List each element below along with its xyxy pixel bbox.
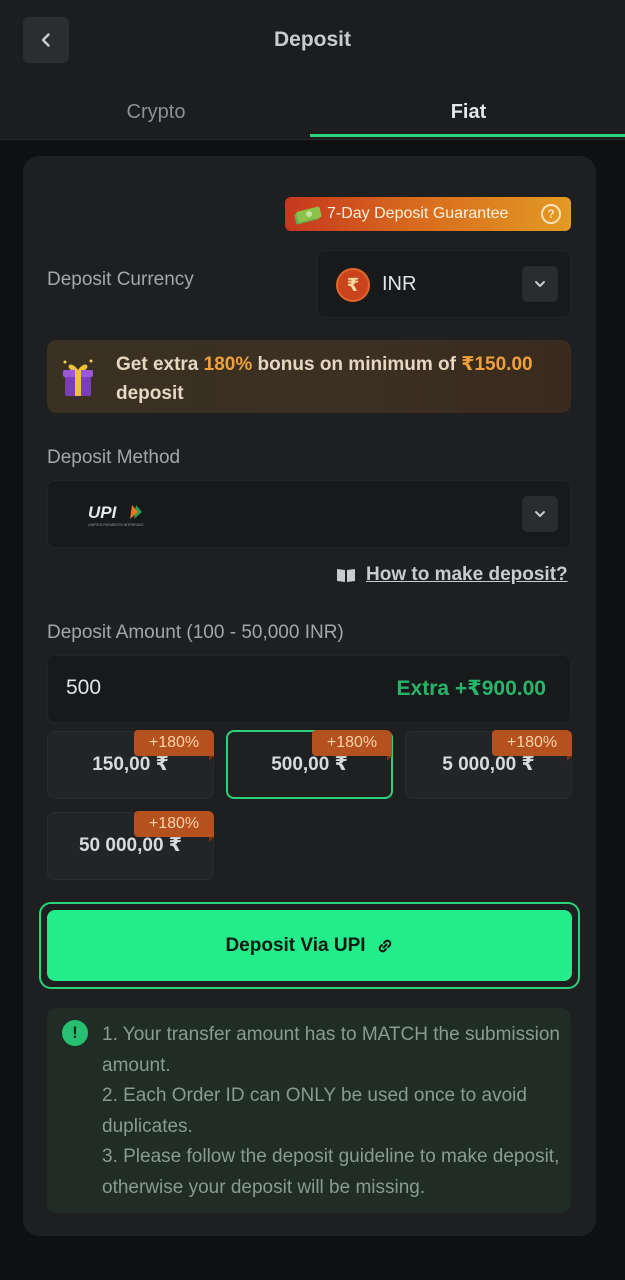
tab-bar: Crypto Fiat	[0, 84, 625, 140]
link-icon	[378, 939, 391, 952]
currency-dropdown-button[interactable]	[522, 266, 558, 302]
amount-chip-150[interactable]: +180% 150,00 ₹	[47, 730, 214, 799]
amount-field[interactable]: 500 Extra +₹900.00	[47, 655, 571, 723]
notice-line-3: 3. Please follow the deposit guideline t…	[102, 1146, 560, 1198]
bonus-middle: bonus on minimum of	[252, 354, 462, 375]
currency-code: INR	[382, 273, 417, 295]
notice-line-1: 1. Your transfer amount has to MATCH the…	[102, 1024, 560, 1076]
rupee-coin-icon: ₹	[336, 268, 370, 302]
chip-value: 150,00 ₹	[92, 754, 169, 775]
notice-line-2: 2. Each Order ID can ONLY be used once t…	[102, 1085, 527, 1137]
upi-logo-icon: UPI UNIFIED PAYMENTS INTERFACE	[88, 503, 144, 527]
chip-value: 50 000,00 ₹	[78, 835, 183, 856]
currency-label: Deposit Currency	[47, 269, 194, 290]
chip-value: 500,00 ₹	[271, 754, 348, 775]
tab-fiat[interactable]: Fiat	[312, 84, 625, 140]
bonus-suffix: deposit	[116, 383, 184, 404]
page-title: Deposit	[273, 28, 351, 51]
extra-bonus-amount: Extra +₹900.00	[396, 677, 546, 700]
method-dropdown-button[interactable]	[522, 496, 558, 532]
guarantee-label: 7-Day Deposit Guarantee	[327, 205, 509, 222]
active-tab-indicator	[310, 134, 625, 137]
help-icon[interactable]: ?	[541, 204, 561, 224]
bonus-text: Get extra 180% bonus on minimum of ₹150.…	[116, 350, 556, 408]
amount-chip-5000[interactable]: +180% 5 000,00 ₹	[405, 730, 572, 799]
tab-crypto[interactable]: Crypto	[0, 84, 312, 140]
upi-logo-subtext: UNIFIED PAYMENTS INTERFACE	[88, 523, 144, 527]
bonus-prefix: Get extra	[116, 354, 204, 375]
method-select[interactable]: UPI UNIFIED PAYMENTS INTERFACE	[47, 480, 571, 548]
money-stack-icon	[294, 206, 322, 225]
deposit-guarantee-badge[interactable]: 7-Day Deposit Guarantee ?	[285, 197, 571, 231]
how-to-deposit-text: How to make deposit?	[366, 564, 568, 585]
method-label: Deposit Method	[47, 447, 181, 468]
gift-icon	[63, 359, 93, 396]
how-to-deposit-link[interactable]: How to make deposit?	[336, 562, 568, 588]
bonus-minimum: ₹150.00	[461, 354, 533, 375]
amount-input[interactable]: 500	[66, 676, 101, 700]
notice-text: 1. Your transfer amount has to MATCH the…	[102, 1020, 562, 1203]
chevron-down-icon	[535, 511, 545, 517]
bonus-percent: 180%	[203, 354, 253, 375]
deposit-via-upi-button[interactable]: Deposit Via UPI	[47, 910, 572, 981]
amount-chip-500[interactable]: +180% 500,00 ₹	[226, 730, 393, 799]
deposit-notice: ! 1. Your transfer amount has to MATCH t…	[47, 1008, 571, 1213]
amount-chip-50000[interactable]: +180% 50 000,00 ₹	[47, 811, 214, 880]
chevron-down-icon	[535, 281, 545, 287]
book-icon	[337, 569, 355, 582]
upi-logo-text: UPI	[88, 503, 118, 522]
exclamation-icon: !	[62, 1020, 88, 1046]
chip-value: 5 000,00 ₹	[442, 754, 535, 775]
header: Deposit	[0, 0, 625, 84]
bonus-banner: Get extra 180% bonus on minimum of ₹150.…	[47, 340, 571, 413]
currency-select[interactable]: ₹ INR	[317, 250, 571, 318]
amount-label: Deposit Amount (100 - 50,000 INR)	[47, 622, 344, 643]
deposit-button-label: Deposit Via UPI	[225, 934, 366, 956]
